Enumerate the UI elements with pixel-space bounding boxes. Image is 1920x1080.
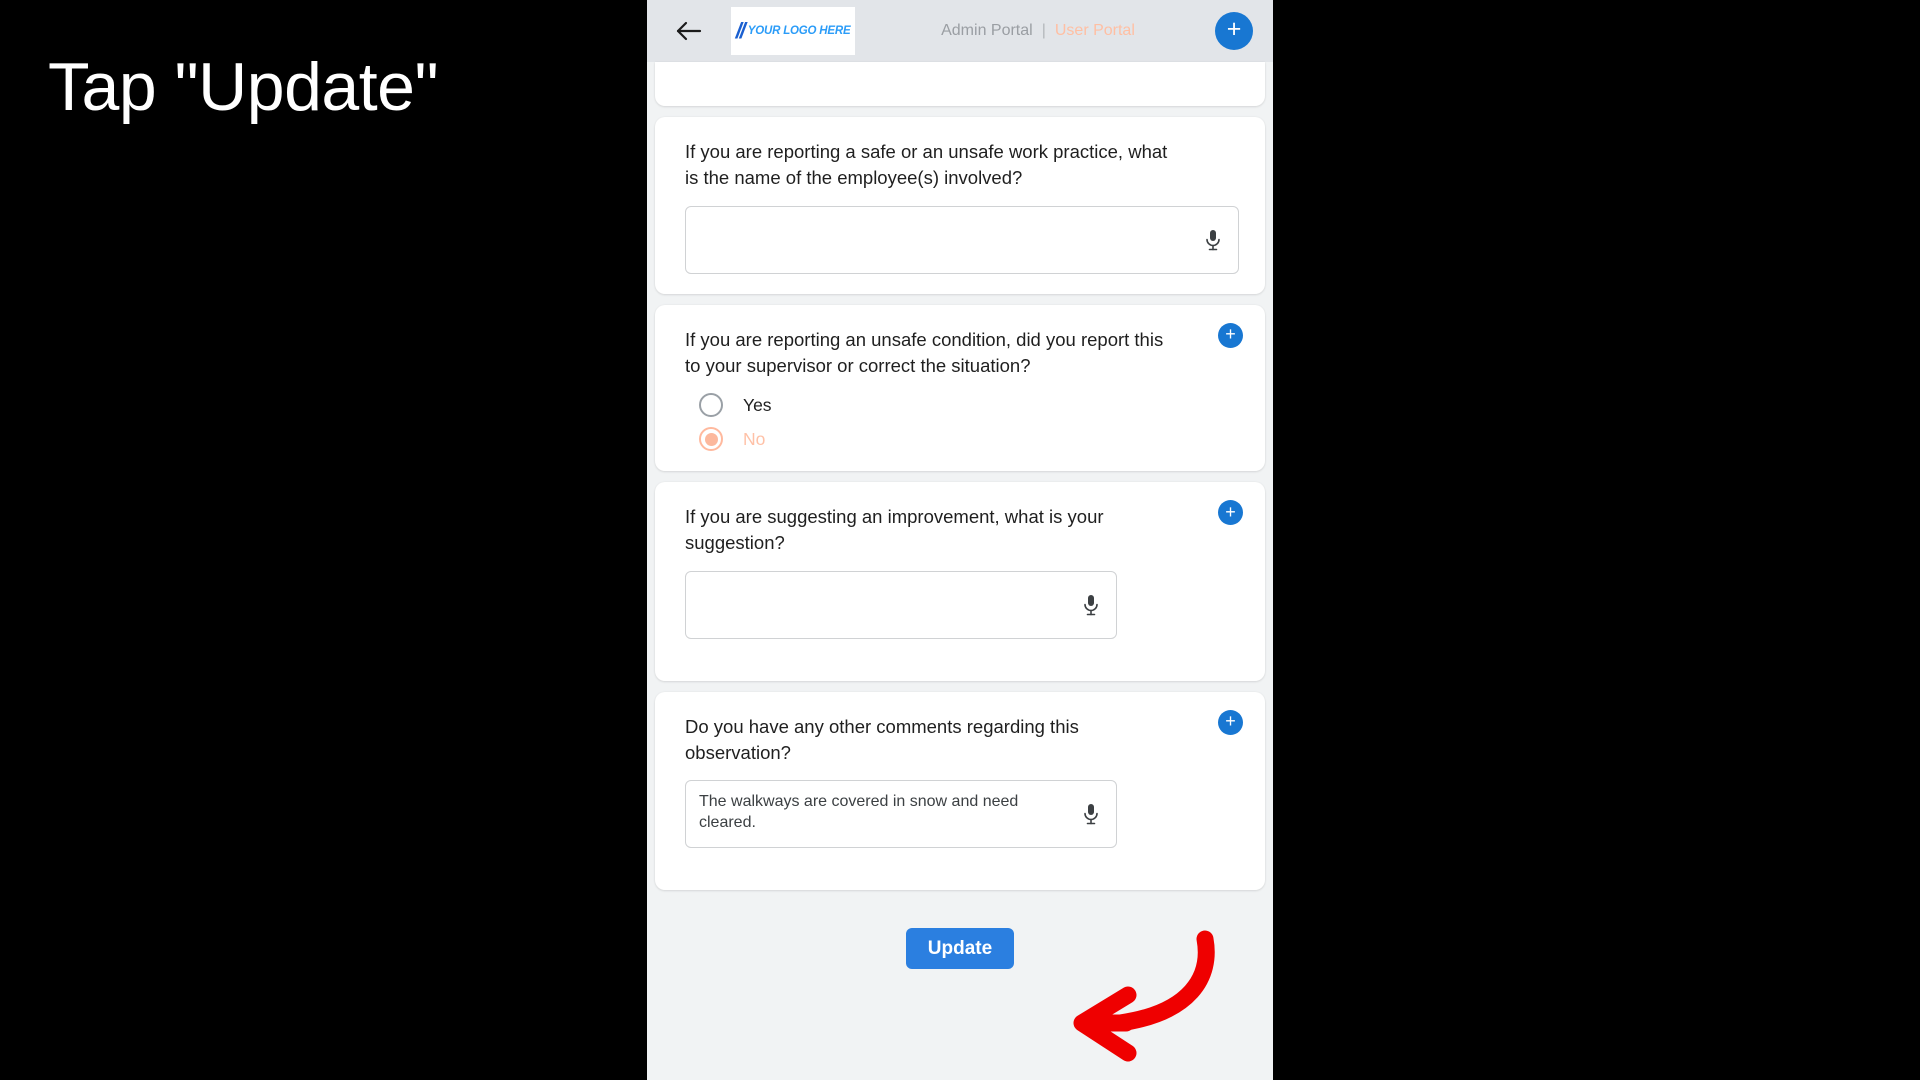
- form-footer: Update: [647, 904, 1273, 1024]
- arrow-left-icon[interactable]: [669, 11, 709, 51]
- question-card-other-comments: + Do you have any other comments regardi…: [655, 691, 1265, 891]
- screenshot-root: Tap "Update" // YOUR LOGO HERE Admin Por…: [0, 0, 1920, 1080]
- company-logo: // YOUR LOGO HERE: [731, 7, 855, 55]
- portal-separator: |: [1041, 22, 1046, 39]
- other-comments-input[interactable]: The walkways are covered in snow and nee…: [685, 780, 1117, 849]
- suggestion-input[interactable]: [685, 570, 1117, 639]
- logo-mark-icon: //: [735, 18, 746, 43]
- question-card-employee-name: If you are reporting a safe or an unsafe…: [655, 117, 1265, 294]
- other-comments-value: The walkways are covered in snow and nee…: [699, 793, 1019, 831]
- plus-icon: +: [1225, 501, 1236, 522]
- question-card-suggestion: + If you are suggesting an improvement, …: [655, 482, 1265, 681]
- plus-icon: +: [1225, 324, 1236, 345]
- radio-option-yes[interactable]: Yes: [699, 393, 1239, 418]
- question-card-unsafe-condition: + If you are reporting an unsafe conditi…: [655, 304, 1265, 472]
- form-scroll-area[interactable]: If you are reporting a safe or an unsafe…: [647, 62, 1273, 1080]
- question-label: If you are reporting a safe or an unsafe…: [685, 141, 1168, 189]
- previous-question-card-partial: [655, 62, 1265, 106]
- radio-label: Yes: [743, 394, 772, 415]
- microphone-icon[interactable]: [1202, 227, 1224, 253]
- radio-circle-icon[interactable]: [699, 393, 723, 418]
- question-label: Do you have any other comments regarding…: [685, 715, 1079, 763]
- admin-portal-link[interactable]: Admin Portal: [941, 22, 1033, 40]
- add-attachment-button[interactable]: +: [1218, 709, 1243, 735]
- question-label: If you are reporting an unsafe condition…: [685, 328, 1164, 376]
- microphone-icon[interactable]: [1080, 592, 1102, 618]
- add-attachment-button[interactable]: +: [1218, 500, 1243, 526]
- radio-option-no[interactable]: No: [699, 427, 1239, 452]
- add-attachment-button[interactable]: +: [1218, 322, 1243, 348]
- plus-icon: +: [1226, 15, 1242, 43]
- portal-links: Admin Portal | User Portal: [861, 22, 1215, 40]
- question-label: If you are suggesting an improvement, wh…: [685, 506, 1104, 554]
- instruction-caption: Tap "Update": [48, 49, 439, 125]
- add-button[interactable]: +: [1215, 12, 1253, 50]
- update-button[interactable]: Update: [905, 928, 1015, 970]
- microphone-icon[interactable]: [1080, 801, 1102, 827]
- employee-name-input[interactable]: [685, 205, 1239, 274]
- app-header: // YOUR LOGO HERE Admin Portal | User Po…: [647, 0, 1273, 62]
- radio-circle-selected-icon[interactable]: [699, 427, 723, 452]
- phone-viewport: // YOUR LOGO HERE Admin Portal | User Po…: [647, 0, 1273, 1080]
- radio-label: No: [743, 428, 766, 449]
- user-portal-link[interactable]: User Portal: [1055, 22, 1135, 40]
- logo-text: YOUR LOGO HERE: [747, 25, 851, 37]
- plus-icon: +: [1225, 711, 1236, 732]
